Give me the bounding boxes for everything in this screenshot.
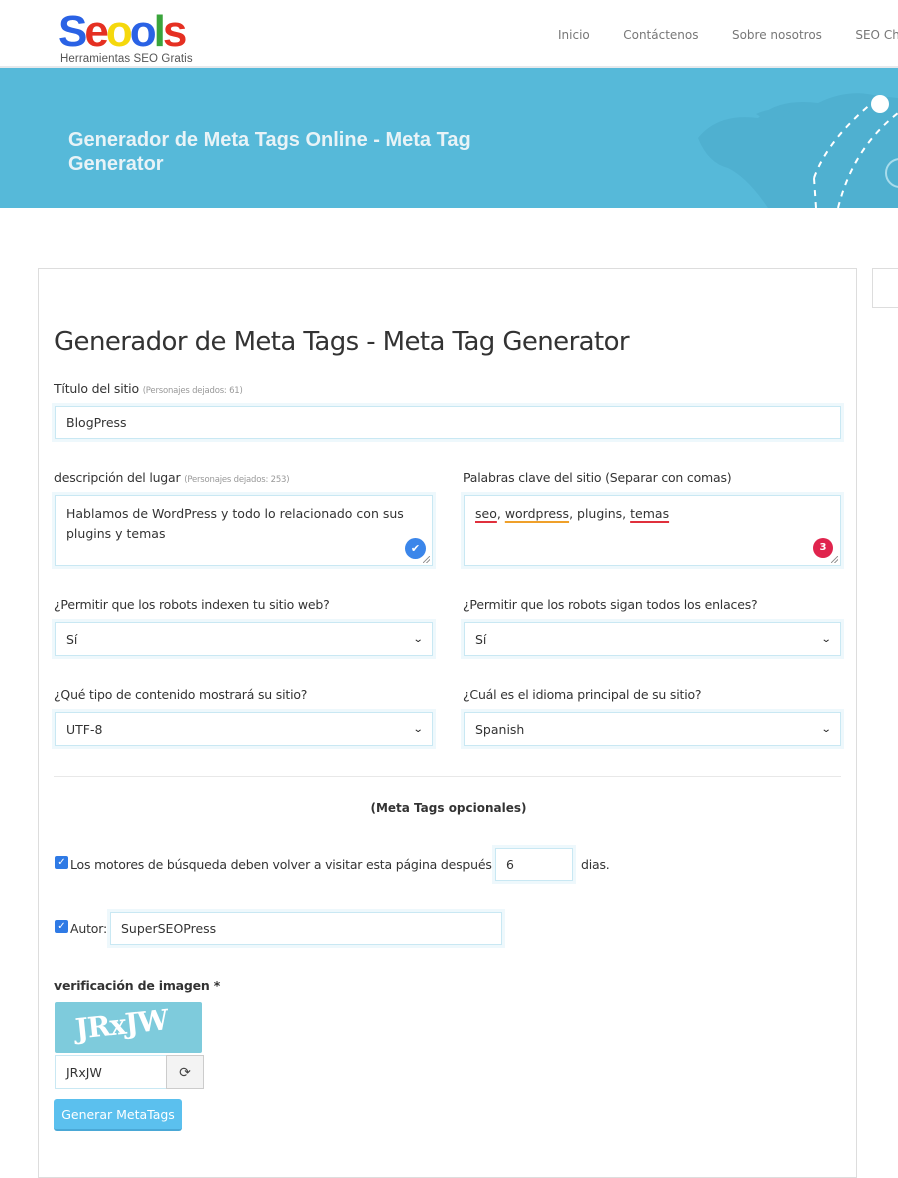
- resize-handle[interactable]: [423, 556, 430, 563]
- captcha-image-text: JRxJW: [73, 1003, 170, 1046]
- author-input[interactable]: SuperSEOPress: [110, 912, 502, 945]
- description-label-text: descripción del lugar: [54, 470, 181, 485]
- main-nav: Inicio Contáctenos Sobre nosotros SEO Ch…: [558, 26, 898, 44]
- author-value: SuperSEOPress: [121, 921, 217, 936]
- generate-metatags-button[interactable]: Generar MetaTags: [54, 1099, 182, 1131]
- nav-item-inicio[interactable]: Inicio: [558, 28, 590, 42]
- language-select[interactable]: Spanish ⌄: [464, 712, 841, 746]
- revisit-suffix: dias.: [581, 857, 610, 872]
- chevron-down-icon: ⌄: [412, 723, 424, 735]
- nav-item-seo-checker[interactable]: SEO Che: [855, 28, 898, 42]
- author-label: Autor:: [70, 921, 107, 936]
- language-label: ¿Cuál es el idioma principal de su sitio…: [463, 687, 702, 702]
- author-checkbox[interactable]: ✓: [55, 920, 68, 933]
- spelling-issue-badge[interactable]: 3: [813, 538, 833, 558]
- keywords-label: Palabras clave del sitio (Separar con co…: [463, 470, 732, 485]
- logo-letter: o: [129, 7, 157, 56]
- site-title-label: Título del sitio (Personajes dejados: 61…: [54, 381, 243, 396]
- top-header: Seools Herramientas SEO Gratis Inicio Co…: [0, 0, 898, 68]
- keyword-misspelled[interactable]: temas: [630, 506, 669, 521]
- captcha-image: JRxJW: [55, 1002, 202, 1053]
- revisit-label: Los motores de búsqueda deben volver a v…: [70, 857, 511, 872]
- robots-follow-select[interactable]: Sí ⌄: [464, 622, 841, 656]
- captcha-value: JRxJW: [66, 1064, 102, 1080]
- site-title-label-text: Título del sitio: [54, 381, 139, 396]
- resize-handle[interactable]: [831, 556, 838, 563]
- content-type-value: UTF-8: [66, 721, 103, 737]
- robots-follow-value: Sí: [475, 631, 487, 647]
- logo-wordmark: Seools: [58, 7, 188, 56]
- language-value: Spanish: [475, 721, 525, 737]
- chevron-down-icon: ⌄: [412, 633, 424, 645]
- logo-letter: l: [153, 7, 166, 56]
- page-title: Generador de Meta Tags - Meta Tag Genera…: [54, 327, 630, 357]
- logo-letter: o: [105, 7, 133, 56]
- content-type-select[interactable]: UTF-8 ⌄: [55, 712, 433, 746]
- revisit-days-value: 6: [506, 857, 514, 872]
- captcha-input[interactable]: JRxJW: [55, 1055, 167, 1089]
- page-banner: Generador de Meta Tags Online - Meta Tag…: [0, 68, 898, 208]
- description-value: Hablamos de WordPress y todo lo relacion…: [66, 506, 404, 541]
- keywords-textarea[interactable]: seo, wordpress, plugins, temas 3: [464, 495, 841, 566]
- keyword-grammar-flag[interactable]: wordpress: [505, 506, 569, 521]
- keyword-separator: ,: [496, 506, 505, 521]
- robots-index-select[interactable]: Sí ⌄: [55, 622, 433, 656]
- keyword-misspelled[interactable]: seo: [475, 506, 497, 521]
- nav-item-sobre-nosotros[interactable]: Sobre nosotros: [732, 28, 822, 42]
- robots-index-value: Sí: [66, 631, 78, 647]
- logo-letter: e: [84, 7, 109, 56]
- keywords-value: seo, wordpress, plugins, temas: [475, 504, 669, 524]
- optional-tags-heading: (Meta Tags opcionales): [370, 801, 527, 815]
- logo-letter: S: [58, 7, 87, 56]
- revisit-days-input[interactable]: 6: [495, 848, 573, 881]
- sidebar-widget: [872, 268, 898, 308]
- site-logo[interactable]: Seools Herramientas SEO Gratis: [58, 7, 208, 68]
- world-map-decoration: [698, 93, 898, 208]
- description-char-count: (Personajes dejados: 253): [184, 475, 290, 485]
- site-title-value: BlogPress: [66, 415, 127, 430]
- logo-tagline: Herramientas SEO Gratis: [60, 53, 193, 65]
- chevron-down-icon: ⌄: [820, 723, 832, 735]
- refresh-icon: ⟳: [179, 1063, 191, 1080]
- revisit-checkbox[interactable]: ✓: [55, 856, 68, 869]
- chevron-down-icon: ⌄: [820, 633, 832, 645]
- banner-title: Generador de Meta Tags Online - Meta Tag…: [68, 129, 471, 175]
- captcha-refresh-button[interactable]: ⟳: [166, 1055, 204, 1089]
- section-divider: [54, 776, 841, 777]
- nav-item-contactenos[interactable]: Contáctenos: [623, 28, 698, 42]
- description-textarea[interactable]: Hablamos de WordPress y todo lo relacion…: [55, 495, 433, 566]
- logo-letter: s: [162, 7, 188, 56]
- keyword-plain: , plugins,: [569, 506, 631, 521]
- robots-index-label: ¿Permitir que los robots indexen tu siti…: [54, 597, 330, 612]
- description-label: descripción del lugar (Personajes dejado…: [54, 470, 290, 485]
- robots-follow-label: ¿Permitir que los robots sigan todos los…: [463, 597, 758, 612]
- site-title-char-count: (Personajes dejados: 61): [142, 386, 243, 396]
- captcha-label: verificación de imagen *: [54, 978, 221, 993]
- meta-tag-generator-card: Generador de Meta Tags - Meta Tag Genera…: [38, 268, 857, 1178]
- content-type-label: ¿Qué tipo de contenido mostrará su sitio…: [54, 687, 308, 702]
- site-title-input[interactable]: BlogPress: [55, 406, 841, 439]
